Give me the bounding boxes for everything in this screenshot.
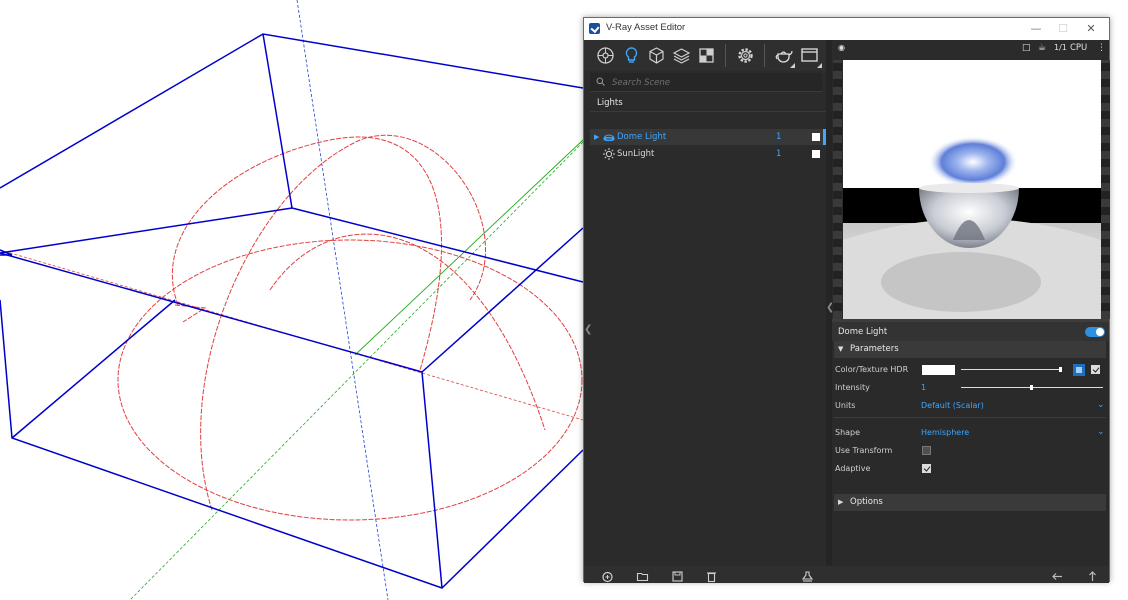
- section-label: Parameters: [850, 344, 899, 354]
- render-mode-label[interactable]: CPU: [1070, 43, 1087, 53]
- param-intensity: Intensity 1: [832, 379, 1109, 396]
- param-label: Color/Texture HDR: [835, 365, 909, 374]
- scene-box[interactable]: [0, 33, 584, 589]
- eye-icon[interactable]: ◉: [838, 43, 845, 52]
- textures-icon[interactable]: [697, 46, 716, 65]
- ratio-icon[interactable]: 1/1: [1054, 43, 1067, 52]
- close-button[interactable]: ✕: [1080, 20, 1102, 38]
- color-swatch[interactable]: [922, 365, 955, 375]
- chevron-down-icon[interactable]: ⌄: [1097, 397, 1105, 414]
- toolbar-separator: [764, 44, 765, 67]
- more-icon[interactable]: ⋮: [1097, 43, 1106, 53]
- vray-logo-icon: [589, 23, 600, 34]
- up-arrow-icon[interactable]: [1086, 568, 1099, 581]
- toolbar-separator: [725, 44, 726, 67]
- texture-slot-button[interactable]: [1073, 364, 1085, 376]
- maximize-button[interactable]: ☐: [1052, 20, 1074, 38]
- geometry-icon[interactable]: [647, 46, 666, 65]
- list-item-label: Dome Light: [617, 132, 667, 142]
- param-label: Use Transform: [835, 446, 893, 455]
- search-input[interactable]: [610, 74, 814, 92]
- intensity-value[interactable]: 1: [921, 379, 926, 396]
- category-toolbar: [584, 40, 826, 71]
- adaptive-checkbox[interactable]: [922, 464, 931, 473]
- minimize-button[interactable]: —: [1025, 20, 1047, 38]
- multiplier-slider-knob[interactable]: [1059, 367, 1062, 372]
- bottom-toolbar: [584, 566, 1109, 583]
- open-folder-icon[interactable]: [636, 568, 649, 582]
- param-units: Units Default (Scalar) ⌄: [832, 397, 1109, 414]
- shape-dropdown[interactable]: Hemisphere: [921, 424, 969, 441]
- asset-list-pane: Lights ▶ Dome Light 1 SunLight 1 ❮: [584, 40, 826, 566]
- chevron-down-icon[interactable]: ⌄: [1097, 424, 1105, 441]
- material-preview: [843, 60, 1101, 319]
- preview-border: [833, 60, 842, 319]
- param-label: Shape: [835, 428, 861, 437]
- enable-checkbox[interactable]: [812, 133, 820, 141]
- expand-arrow-icon[interactable]: ▶: [838, 494, 843, 511]
- frame-buffer-dropdown-icon[interactable]: [817, 63, 822, 68]
- param-shape: Shape Hemisphere ⌄: [832, 424, 1109, 441]
- purge-icon[interactable]: [801, 568, 814, 582]
- enable-checkbox[interactable]: [812, 150, 820, 158]
- separator: [834, 417, 1106, 418]
- settings-icon[interactable]: [736, 46, 755, 65]
- sun-light-icon: [603, 148, 615, 160]
- axis-blue: [296, 0, 389, 600]
- back-arrow-icon[interactable]: [1051, 568, 1064, 581]
- expand-arrow-icon[interactable]: ▶: [594, 129, 599, 145]
- list-item-count: 1: [776, 149, 782, 159]
- lights-icon[interactable]: [622, 46, 641, 65]
- properties-pane: ◉ □ ☕ 1/1 CPU ⋮ Dome Light ▼ Parameters …: [832, 40, 1110, 566]
- preview-border: [1101, 60, 1110, 319]
- texture-enable-checkbox[interactable]: [1091, 365, 1100, 374]
- enable-toggle[interactable]: [1085, 327, 1105, 337]
- stop-icon[interactable]: □: [1022, 43, 1031, 53]
- section-parameters[interactable]: ▼ Parameters: [834, 341, 1106, 358]
- section-label: Options: [850, 497, 883, 507]
- dome-light-gizmo[interactable]: [117, 134, 583, 521]
- delete-icon[interactable]: [705, 568, 718, 583]
- title-bar[interactable]: V-Ray Asset Editor — ☐ ✕: [584, 18, 1109, 41]
- save-icon[interactable]: [671, 568, 684, 582]
- add-icon[interactable]: [601, 568, 614, 583]
- param-label: Adaptive: [835, 464, 871, 473]
- units-dropdown[interactable]: Default (Scalar): [921, 397, 984, 414]
- param-color-texture: Color/Texture HDR: [832, 361, 1109, 378]
- search-scene-field[interactable]: [590, 73, 822, 92]
- vray-asset-editor-window: V-Ray Asset Editor — ☐ ✕ Search Scene Li…: [583, 17, 1110, 583]
- param-label: Intensity: [835, 383, 870, 392]
- use-transform-checkbox[interactable]: [922, 446, 931, 455]
- collapse-left-arrow-icon[interactable]: ❮: [584, 324, 592, 335]
- render-dropdown-icon[interactable]: [790, 63, 795, 68]
- list-item-label: SunLight: [617, 149, 655, 159]
- param-use-transform: Use Transform: [832, 442, 1109, 459]
- params-header: Dome Light: [832, 319, 1109, 341]
- layers-icon[interactable]: [672, 46, 691, 65]
- materials-icon[interactable]: [596, 46, 615, 65]
- multiplier-slider-track[interactable]: [961, 369, 1062, 370]
- param-label: Units: [835, 401, 856, 410]
- window-title: V-Ray Asset Editor: [606, 22, 686, 33]
- dome-light-icon: [603, 134, 615, 142]
- intensity-slider-knob[interactable]: [1030, 385, 1033, 390]
- collapse-arrow-icon[interactable]: ▼: [838, 341, 843, 358]
- axis-green-solid: [354, 139, 584, 356]
- list-item-dome-light[interactable]: ▶ Dome Light 1: [590, 129, 826, 145]
- section-options[interactable]: ▶ Options: [834, 494, 1106, 511]
- teapot-icon[interactable]: ☕: [1038, 43, 1046, 53]
- preview-toolbar: ◉ □ ☕ 1/1 CPU ⋮: [832, 40, 1109, 58]
- search-icon: [596, 77, 605, 86]
- params-title: Dome Light: [838, 327, 888, 337]
- category-header-lights: Lights: [590, 95, 826, 112]
- list-item-sunlight[interactable]: SunLight 1: [590, 146, 826, 162]
- list-item-count: 1: [776, 132, 782, 142]
- param-adaptive: Adaptive: [832, 460, 1109, 477]
